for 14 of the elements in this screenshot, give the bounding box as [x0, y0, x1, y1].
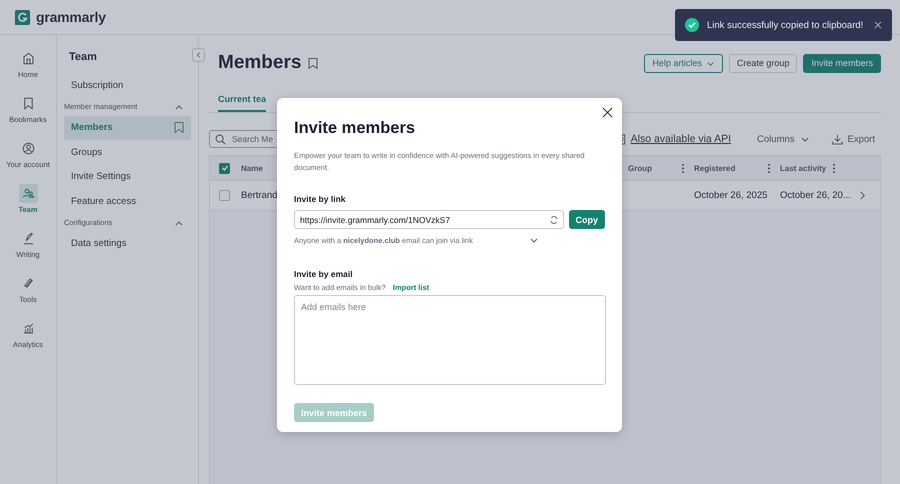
section-label: Invite by link — [294, 194, 346, 204]
section-label: Invite by email — [294, 269, 354, 279]
table-cell: Bertrand — [241, 190, 278, 201]
sidebar-title: Team — [69, 51, 97, 63]
column-header: Last activity — [780, 164, 826, 172]
brand-name: grammarly — [36, 9, 106, 25]
column-header: Group — [628, 164, 652, 172]
dialog-title: Invite members — [294, 119, 416, 138]
column-header: Name — [241, 164, 263, 172]
toast-message: Link successfully copied to clipboard! — [707, 20, 864, 30]
column-header: Registered — [694, 164, 736, 172]
table-cell: October 26, 20... — [780, 190, 851, 201]
table-cell: October 26, 2025 — [694, 190, 768, 201]
page-title: Members — [218, 52, 302, 74]
